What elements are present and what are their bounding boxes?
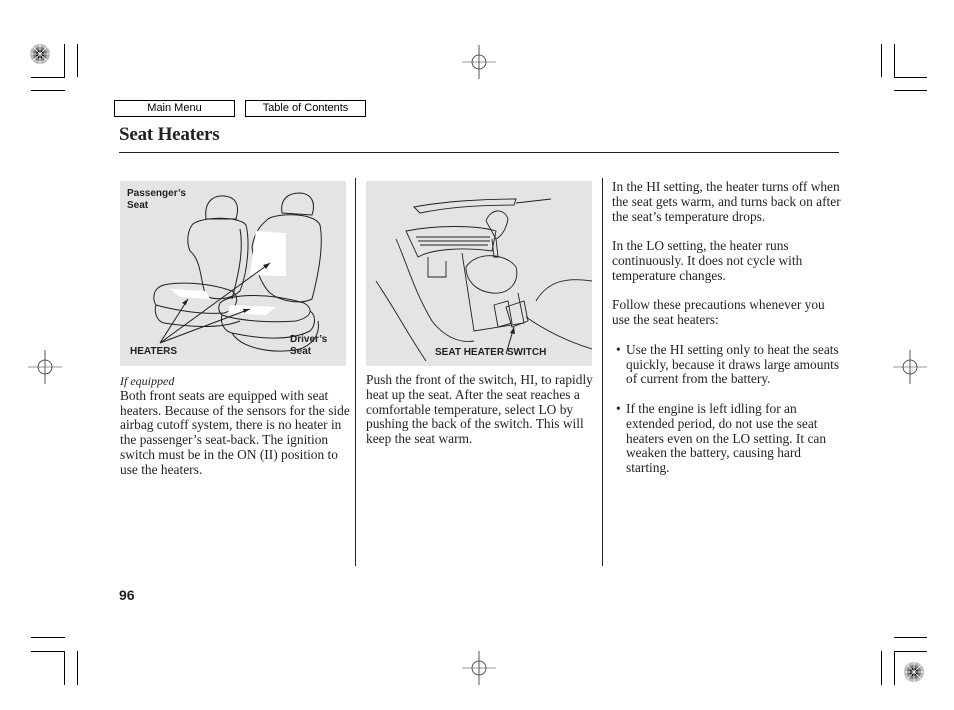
list-item: • If the engine is left idling for an ex… [612, 400, 842, 476]
seats-figure: Passenger’s Seat HEATERS Driver’s Seat [120, 181, 346, 366]
column-1: If equipped Both front seats are equippe… [120, 374, 350, 478]
passenger-seat-label-line1: Passenger’s [127, 188, 186, 199]
seat-heater-switch-figure: SEAT HEATER SWITCH [366, 181, 592, 366]
page-title: Seat Heaters [119, 124, 220, 145]
main-menu-button[interactable]: Main Menu [114, 100, 235, 117]
paragraph-hi-setting: In the HI setting, the heater turns off … [612, 179, 841, 224]
registration-target-icon [30, 44, 50, 64]
column-1-text: Both front seats are equipped with seat … [120, 387, 350, 477]
registration-target-icon [904, 662, 924, 682]
bullet-icon: • [616, 341, 621, 357]
console-illustration [375, 198, 592, 362]
seat-heater-switch-label: SEAT HEATER SWITCH [435, 347, 547, 358]
column-2: Push the front of the switch, HI, to rap… [366, 372, 596, 447]
column-2-text: Push the front of the switch, HI, to rap… [366, 372, 593, 447]
precautions-list: • Use the HI setting only to heat the se… [612, 341, 842, 476]
column-divider [602, 178, 603, 566]
page-number: 96 [119, 587, 135, 603]
list-item-text: If the engine is left idling for an exte… [626, 400, 827, 476]
heaters-label: HEATERS [130, 346, 178, 357]
list-item-text: Use the HI setting only to heat the seat… [626, 341, 840, 387]
column-divider [355, 178, 356, 566]
paragraph-lo-setting: In the LO setting, the heater runs conti… [612, 238, 803, 283]
driver-seat-label: Driver’s Seat [290, 334, 327, 358]
driver-seat-label-line1: Driver’s [290, 334, 328, 345]
table-of-contents-button[interactable]: Table of Contents [245, 100, 366, 117]
title-rule [119, 152, 839, 153]
column-3: In the HI setting, the heater turns off … [612, 179, 842, 491]
crosshair-icon [462, 651, 496, 685]
if-equipped-note: If equipped [120, 374, 175, 388]
driver-seat-label-line2: Seat [290, 346, 312, 357]
paragraph-precautions-intro: Follow these precautions whenever you us… [612, 297, 825, 328]
bullet-icon: • [616, 400, 621, 416]
crosshair-icon [462, 45, 496, 79]
crosshair-icon [893, 350, 927, 384]
passenger-seat-label: Passenger’s Seat [127, 188, 186, 212]
list-item: • Use the HI setting only to heat the se… [612, 341, 842, 387]
passenger-seat-label-line2: Seat [127, 200, 149, 211]
crosshair-icon [28, 350, 62, 384]
